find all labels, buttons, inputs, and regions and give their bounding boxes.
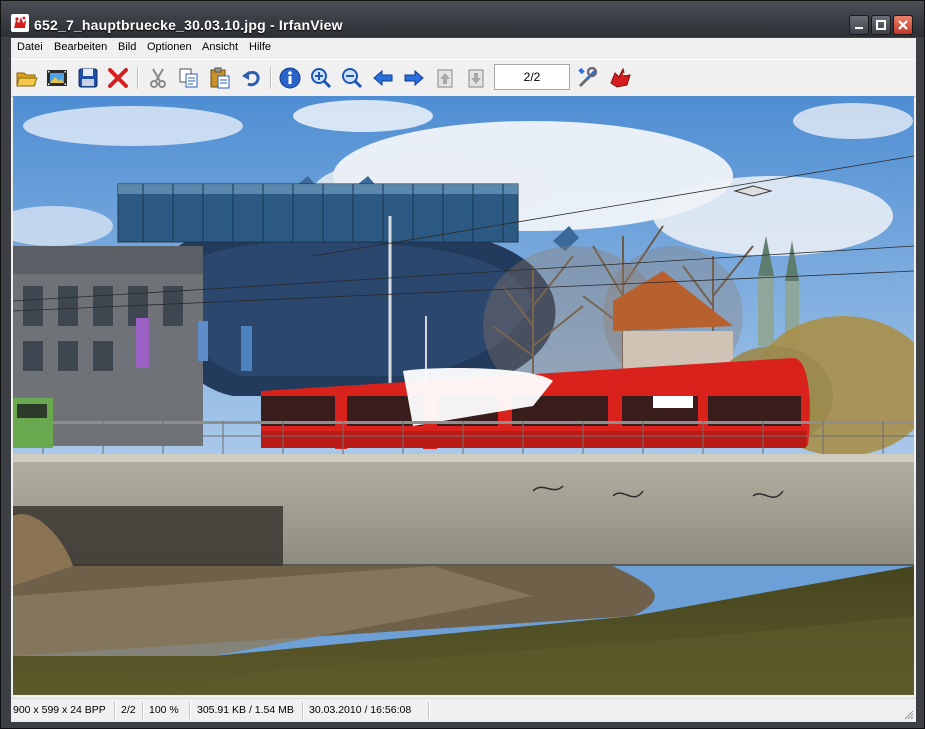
irfanview-red-cat-icon bbox=[11, 14, 29, 32]
slideshow-button[interactable] bbox=[44, 65, 70, 91]
client-area: Datei Bearbeiten Bild Optionen Ansicht H… bbox=[11, 38, 916, 722]
save-button[interactable] bbox=[75, 65, 101, 91]
menu-bar: Datei Bearbeiten Bild Optionen Ansicht H… bbox=[11, 38, 916, 58]
menu-datei[interactable]: Datei bbox=[17, 41, 43, 53]
next-button[interactable] bbox=[401, 65, 427, 91]
maximize-icon bbox=[876, 20, 886, 30]
minimize-button[interactable] bbox=[849, 15, 869, 35]
status-separator bbox=[114, 702, 116, 719]
undo-icon bbox=[242, 70, 260, 87]
status-separator bbox=[302, 702, 304, 719]
open-button[interactable] bbox=[14, 65, 40, 91]
status-zoom: 100 % bbox=[149, 704, 179, 716]
open-folder-icon bbox=[16, 72, 38, 87]
copy-icon bbox=[179, 68, 198, 88]
menu-ansicht[interactable]: Ansicht bbox=[202, 41, 238, 53]
next-icon bbox=[404, 69, 424, 87]
previous-button[interactable] bbox=[370, 65, 396, 91]
status-filesize: 305.91 KB / 1.54 MB bbox=[197, 704, 294, 716]
window-title: 652_7_hauptbruecke_30.03.10.jpg - IrfanV… bbox=[34, 17, 343, 33]
cut-icon bbox=[150, 68, 166, 88]
info-icon bbox=[279, 67, 301, 89]
zoom-in-button[interactable] bbox=[308, 65, 334, 91]
status-page: 2/2 bbox=[121, 704, 136, 716]
menu-hilfe[interactable]: Hilfe bbox=[249, 41, 271, 53]
status-separator bbox=[189, 702, 191, 719]
status-bar: 900 x 599 x 24 BPP 2/2 100 % 305.91 KB /… bbox=[11, 698, 916, 722]
image-viewport[interactable] bbox=[13, 96, 914, 695]
status-separator bbox=[428, 702, 430, 719]
copy-button[interactable] bbox=[176, 65, 202, 91]
status-datetime: 30.03.2010 / 16:56:08 bbox=[309, 704, 412, 716]
settings-icon bbox=[578, 67, 598, 88]
title-bar[interactable]: 652_7_hauptbruecke_30.03.10.jpg - IrfanV… bbox=[1, 1, 924, 37]
irfanview-window: 652_7_hauptbruecke_30.03.10.jpg - IrfanV… bbox=[0, 0, 925, 729]
toolbar: 2/2 bbox=[11, 59, 916, 97]
about-icon bbox=[610, 67, 631, 88]
zoom-out-icon bbox=[342, 68, 363, 89]
toolbar-separator bbox=[137, 67, 139, 89]
save-icon bbox=[78, 68, 98, 88]
maximize-button[interactable] bbox=[871, 15, 891, 35]
paste-icon bbox=[210, 67, 230, 89]
slideshow-icon bbox=[47, 70, 67, 86]
menu-optionen[interactable]: Optionen bbox=[147, 41, 192, 53]
about-button[interactable] bbox=[607, 65, 633, 91]
zoom-in-icon bbox=[311, 68, 332, 89]
previous-icon bbox=[373, 69, 393, 87]
status-dimensions: 900 x 599 x 24 BPP bbox=[13, 704, 106, 716]
resize-grip-icon[interactable] bbox=[904, 710, 914, 720]
toolbar-separator bbox=[270, 67, 272, 89]
page-number-field[interactable]: 2/2 bbox=[494, 64, 570, 90]
last-file-icon bbox=[468, 69, 484, 88]
status-separator bbox=[142, 702, 144, 719]
undo-button[interactable] bbox=[238, 65, 264, 91]
minimize-icon bbox=[855, 27, 863, 29]
delete-button[interactable] bbox=[105, 65, 131, 91]
first-file-button[interactable] bbox=[432, 65, 458, 91]
first-file-icon bbox=[437, 69, 453, 88]
photo-image bbox=[13, 96, 914, 695]
cut-button[interactable] bbox=[145, 65, 171, 91]
menu-bearbeiten[interactable]: Bearbeiten bbox=[54, 41, 107, 53]
paste-button[interactable] bbox=[207, 65, 233, 91]
settings-button[interactable] bbox=[575, 65, 601, 91]
last-file-button[interactable] bbox=[463, 65, 489, 91]
info-button[interactable] bbox=[277, 65, 303, 91]
menu-bild[interactable]: Bild bbox=[118, 41, 136, 53]
close-button[interactable] bbox=[893, 15, 913, 35]
delete-icon bbox=[108, 68, 128, 88]
zoom-out-button[interactable] bbox=[339, 65, 365, 91]
close-icon bbox=[898, 20, 908, 30]
